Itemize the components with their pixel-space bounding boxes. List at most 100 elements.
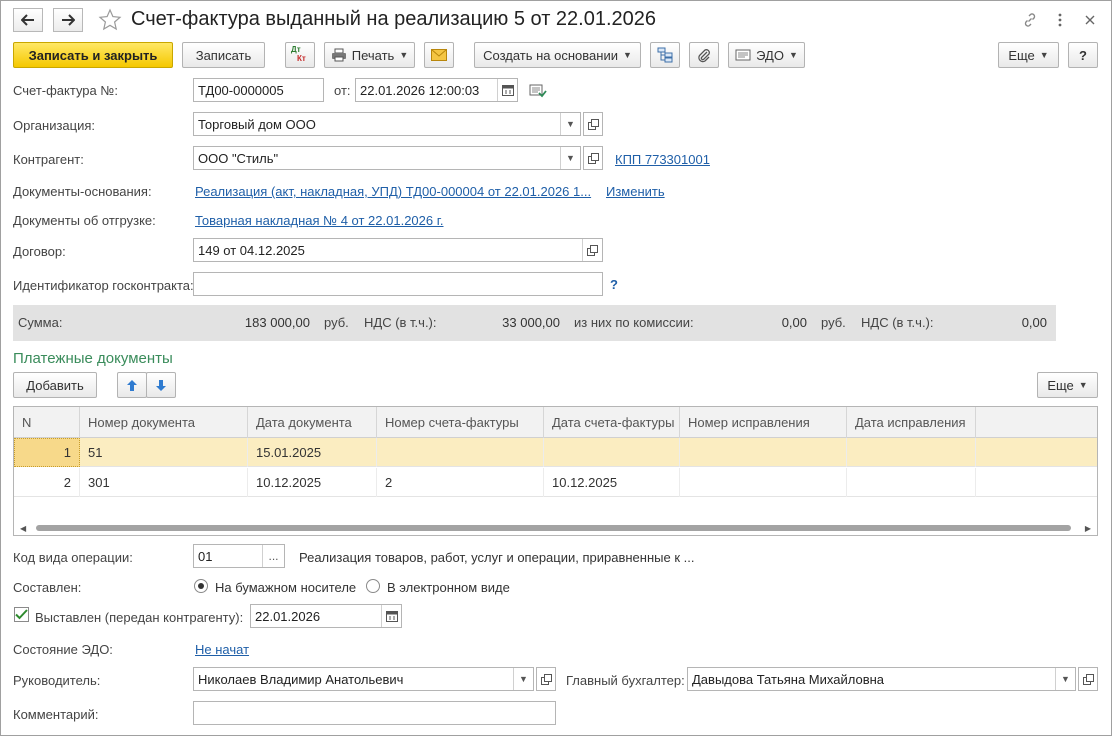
move-down-button[interactable]: [146, 372, 176, 398]
email-button[interactable]: [424, 42, 454, 68]
base-documents-label: Документы-основания:: [13, 184, 152, 199]
column-header-fix-number[interactable]: Номер исправления: [680, 407, 847, 438]
open-accountant-button[interactable]: [1078, 667, 1098, 691]
organization-field[interactable]: Торговый дом ООО ▼: [193, 112, 581, 136]
issued-date-field[interactable]: 22.01.2026: [250, 604, 402, 628]
row-doc-date[interactable]: 15.01.2025: [248, 438, 377, 467]
table-more-label: Еще: [1047, 377, 1074, 393]
comment-field[interactable]: [193, 701, 556, 725]
dt-kt-button[interactable]: Дт Кт: [285, 42, 315, 68]
table-row[interactable]: 1 51 15.01.2025: [14, 438, 1097, 467]
dropdown-arrow-icon[interactable]: ▼: [560, 147, 580, 169]
contract-field[interactable]: 149 от 04.12.2025: [193, 238, 603, 262]
edo-state-link[interactable]: Не начат: [195, 642, 249, 657]
edo-button[interactable]: ЭДО ▼: [728, 42, 805, 68]
open-head-button[interactable]: [536, 667, 556, 691]
row-invoice-date[interactable]: [544, 438, 680, 467]
change-base-documents-link[interactable]: Изменить: [606, 184, 665, 199]
dropdown-arrow-icon[interactable]: ▼: [513, 668, 533, 690]
scrollbar-thumb[interactable]: [36, 525, 1071, 531]
attach-button[interactable]: [689, 42, 719, 68]
issued-label[interactable]: Выставлен (передан контрагенту):: [35, 610, 243, 625]
edo-label: ЭДО: [756, 47, 784, 63]
shipment-documents-link[interactable]: Товарная накладная № 4 от 22.01.2026 г.: [195, 213, 444, 228]
operation-code-field[interactable]: 01 ...: [193, 544, 285, 568]
row-invoice-number[interactable]: [377, 438, 544, 467]
more-vertical-icon[interactable]: [1050, 10, 1070, 30]
row-fix-number[interactable]: [680, 438, 847, 467]
row-doc-number[interactable]: 301: [80, 468, 248, 497]
issued-checkbox[interactable]: [14, 607, 29, 622]
row-n[interactable]: 1: [14, 438, 80, 467]
row-doc-date[interactable]: 10.12.2025: [248, 468, 377, 497]
kpp-link[interactable]: КПП 773301001: [615, 152, 710, 167]
link-icon[interactable]: [1020, 10, 1040, 30]
help-button[interactable]: ?: [1068, 42, 1098, 68]
open-counterparty-button[interactable]: [583, 146, 603, 170]
gov-contract-help-icon[interactable]: ?: [610, 277, 618, 292]
row-fix-date[interactable]: [847, 438, 976, 467]
calendar-icon[interactable]: [381, 605, 401, 627]
forward-button[interactable]: [53, 8, 83, 32]
back-button[interactable]: [13, 8, 43, 32]
column-header-doc-date[interactable]: Дата документа: [248, 407, 377, 438]
column-header-invoice-date[interactable]: Дата счета-фактуры: [544, 407, 680, 438]
dropdown-arrow-icon[interactable]: ▼: [1055, 668, 1075, 690]
dt-label: Дт: [291, 45, 301, 54]
accountant-field[interactable]: Давыдова Татьяна Михайловна ▼: [687, 667, 1076, 691]
column-header-invoice-number[interactable]: Номер счета-фактуры: [377, 407, 544, 438]
currency-label-2: руб.: [821, 315, 846, 330]
operation-code-description: Реализация товаров, работ, услуг и опера…: [299, 550, 695, 565]
base-documents-link[interactable]: Реализация (акт, накладная, УПД) ТД00-00…: [195, 184, 591, 199]
invoice-date-field[interactable]: 22.01.2026 12:00:03: [355, 78, 518, 102]
edo-state-label: Состояние ЭДО:: [13, 642, 113, 657]
scroll-right-icon[interactable]: ▶: [1085, 524, 1091, 533]
favorite-star-icon[interactable]: [98, 8, 122, 32]
scroll-left-icon[interactable]: ◀: [20, 524, 26, 533]
row-invoice-number[interactable]: 2: [377, 468, 544, 497]
kt-label: Кт: [297, 54, 306, 63]
table-more-button[interactable]: Еще ▼: [1037, 372, 1098, 398]
move-up-button[interactable]: [117, 372, 147, 398]
gov-contract-field[interactable]: [193, 272, 603, 296]
print-button[interactable]: Печать ▼: [324, 42, 415, 68]
row-invoice-date[interactable]: 10.12.2025: [544, 468, 680, 497]
calendar-icon[interactable]: [497, 79, 517, 101]
counterparty-field[interactable]: ООО "Стиль" ▼: [193, 146, 581, 170]
invoice-date-value: 22.01.2026 12:00:03: [360, 82, 480, 98]
caret-down-icon: ▼: [399, 50, 409, 60]
row-fix-number[interactable]: [680, 468, 847, 497]
row-doc-number[interactable]: 51: [80, 438, 248, 467]
open-organization-button[interactable]: [583, 112, 603, 136]
close-icon[interactable]: [1080, 10, 1100, 30]
currency-label: руб.: [324, 315, 349, 330]
structure-button[interactable]: [650, 42, 680, 68]
head-field[interactable]: Николаев Владимир Анатольевич ▼: [193, 667, 534, 691]
electronic-radio[interactable]: [366, 579, 380, 593]
row-fix-date[interactable]: [847, 468, 976, 497]
envelope-icon: [431, 49, 447, 61]
documents-list-icon[interactable]: [529, 83, 547, 99]
column-header-fix-date[interactable]: Дата исправления: [847, 407, 976, 438]
create-based-on-button[interactable]: Создать на основании ▼: [474, 42, 641, 68]
table-row[interactable]: 2 301 10.12.2025 2 10.12.2025: [14, 468, 1097, 497]
choose-operation-code-button[interactable]: ...: [262, 545, 284, 567]
dropdown-arrow-icon[interactable]: ▼: [560, 113, 580, 135]
add-row-button[interactable]: Добавить: [13, 372, 97, 398]
write-button[interactable]: Записать: [182, 42, 265, 68]
write-and-close-button[interactable]: Записать и закрыть: [13, 42, 173, 68]
organization-value: Торговый дом ООО: [198, 116, 316, 132]
horizontal-scrollbar[interactable]: ◀ ▶: [14, 521, 1097, 535]
electronic-option-label[interactable]: В электронном виде: [387, 580, 510, 595]
open-contract-button[interactable]: [582, 239, 602, 261]
column-header-doc-number[interactable]: Номер документа: [80, 407, 248, 438]
more-button[interactable]: Еще ▼: [998, 42, 1059, 68]
paper-option-label[interactable]: На бумажном носителе: [215, 580, 356, 595]
invoice-number-field[interactable]: ТД00-0000005: [193, 78, 324, 102]
paperclip-icon: [698, 49, 710, 63]
open-icon: [1082, 673, 1094, 685]
row-n[interactable]: 2: [14, 468, 80, 497]
date-from-label: от:: [334, 83, 351, 98]
column-header-n[interactable]: N: [14, 407, 80, 438]
paper-radio[interactable]: [194, 579, 208, 593]
